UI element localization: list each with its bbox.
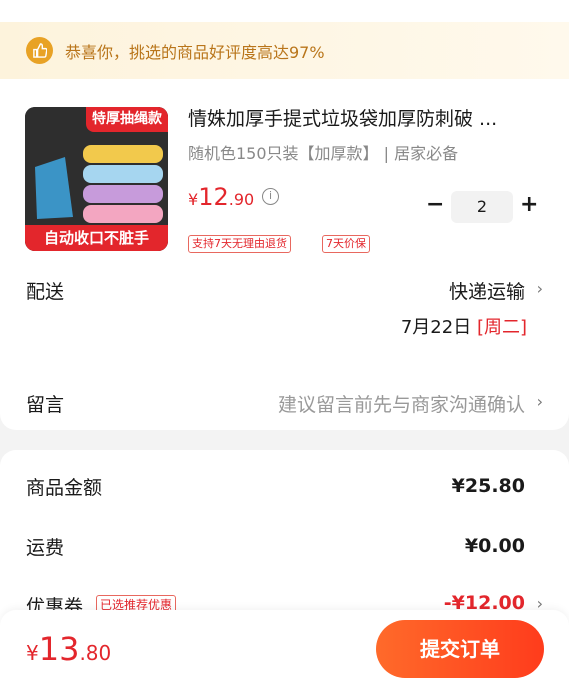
quantity-increase-button[interactable]: + — [520, 194, 538, 216]
product-price: ¥ 12 .90 — [188, 183, 254, 211]
price-currency: ¥ — [188, 190, 199, 209]
quantity-decrease-button[interactable]: − — [426, 194, 444, 216]
total-decimal: .80 — [79, 641, 112, 665]
submit-order-button[interactable]: 提交订单 — [376, 620, 544, 678]
goods-amount-value: ¥25.80 — [451, 475, 525, 497]
message-label: 留言 — [26, 394, 65, 416]
delivery-date: 7月22日 [周二] — [401, 313, 527, 339]
chevron-right-icon[interactable]: › — [537, 392, 543, 411]
thumb-bottom-label: 自动收口不脏手 — [25, 225, 168, 251]
delivery-weekday: [周二] — [476, 317, 527, 338]
product-title[interactable]: 情姝加厚手提式垃圾袋加厚防刺破 ... — [188, 104, 548, 131]
price-integer: 12 — [198, 183, 229, 211]
chevron-right-icon[interactable]: › — [537, 279, 543, 298]
banner-text: 恭喜你，挑选的商品好评度高达97% — [65, 42, 325, 62]
price-decimal: .90 — [228, 190, 255, 209]
thumb-top-label: 特厚抽绳款 — [86, 107, 168, 132]
return-policy-tag: 支持7天无理由退货 — [188, 235, 291, 253]
product-spec[interactable]: 随机色150只装【加厚款】 | 居家必备 — [188, 140, 458, 164]
total-integer: 13 — [38, 630, 80, 668]
total-price: ¥ 13 .80 — [26, 630, 111, 668]
price-protect-tag: 7天价保 — [322, 235, 370, 253]
freight-value: ¥0.00 — [464, 535, 525, 557]
praise-banner: 恭喜你，挑选的商品好评度高达97% — [0, 22, 569, 79]
message-input[interactable]: 建议留言前先与商家沟通确认 — [278, 390, 525, 417]
info-icon[interactable]: i — [262, 188, 279, 205]
delivery-label: 配送 — [26, 281, 65, 303]
product-thumbnail[interactable]: 特厚抽绳款 自动收口不脏手 — [25, 107, 168, 251]
delivery-date-value: 7月22日 — [400, 317, 472, 338]
delivery-method[interactable]: 快递运输 — [449, 277, 525, 304]
goods-amount-label: 商品金额 — [26, 477, 103, 499]
freight-label: 运费 — [26, 537, 65, 559]
quantity-input[interactable]: 2 — [451, 191, 513, 223]
total-currency: ¥ — [26, 641, 39, 665]
thumbs-up-icon — [26, 37, 53, 64]
order-item-card: 恭喜你，挑选的商品好评度高达97% 特厚抽绳款 自动收口不脏手 情姝加厚手提式垃… — [0, 0, 569, 430]
